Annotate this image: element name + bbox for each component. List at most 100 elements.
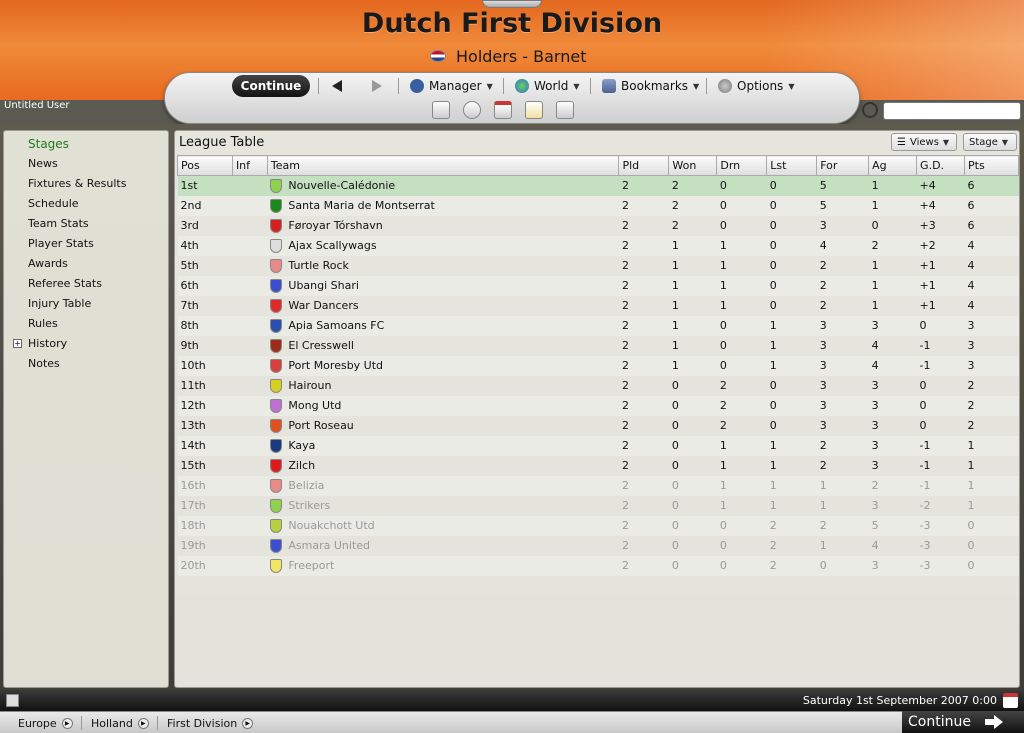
table-row[interactable]: 13th Port Roseau 2 0 2 0 3 3 0 2 xyxy=(178,416,1019,436)
team-cell[interactable]: Port Roseau xyxy=(267,416,619,436)
sidebar-item-history[interactable]: + History xyxy=(4,334,168,354)
team-cell[interactable]: Freeport xyxy=(267,555,619,576)
column-header[interactable]: Pos xyxy=(177,155,233,176)
team-cell[interactable]: Zilch xyxy=(267,456,619,476)
team-name[interactable]: Føroyar Tórshavn xyxy=(288,219,382,232)
column-header[interactable]: Won xyxy=(668,155,718,176)
document-icon[interactable] xyxy=(6,694,19,707)
team-cell[interactable]: War Dancers xyxy=(267,296,619,316)
team-name[interactable]: Port Moresby Utd xyxy=(288,359,383,372)
table-row[interactable]: 6th Ubangi Shari 2 1 1 0 2 1 +1 4 xyxy=(177,275,1019,296)
table-row[interactable]: 15th Zilch 2 0 1 1 2 3 -1 1 xyxy=(178,456,1019,476)
inbox-icon[interactable] xyxy=(463,101,481,119)
column-header[interactable]: Pld xyxy=(618,155,670,176)
table-row[interactable]: 17th Strikers 2 0 1 1 1 3 -2 1 xyxy=(178,496,1019,516)
team-name[interactable]: Port Roseau xyxy=(288,419,353,432)
chevron-right-icon[interactable]: ▶ xyxy=(242,717,254,729)
team-cell[interactable]: Nouakchott Utd xyxy=(267,515,619,536)
team-cell[interactable]: Nouvelle-Calédonie xyxy=(267,175,619,196)
team-cell[interactable]: Belizia xyxy=(267,475,619,496)
sidebar-item-player-stats[interactable]: Player Stats xyxy=(4,234,168,254)
team-name[interactable]: Santa Maria de Montserrat xyxy=(288,199,434,212)
sidebar-item-injury-table[interactable]: Injury Table xyxy=(4,294,168,314)
team-name[interactable]: Kaya xyxy=(288,439,315,452)
sidebar-item-schedule[interactable]: Schedule xyxy=(4,194,168,214)
notes-icon[interactable] xyxy=(556,101,574,119)
sidebar-item-stages[interactable]: Stages xyxy=(4,134,168,154)
team-name[interactable]: War Dancers xyxy=(288,299,358,312)
column-header[interactable]: Lst xyxy=(766,155,818,176)
sidebar-item-team-stats[interactable]: Team Stats xyxy=(4,214,168,234)
team-cell[interactable]: El Cresswell xyxy=(267,336,619,356)
home-icon[interactable] xyxy=(432,101,450,119)
chevron-right-icon[interactable]: ▶ xyxy=(137,717,149,729)
table-row[interactable]: 3rd Føroyar Tórshavn 2 2 0 0 3 0 +3 6 xyxy=(178,216,1019,236)
sidebar-item-news[interactable]: News xyxy=(4,154,168,174)
search-input[interactable] xyxy=(883,102,1021,120)
column-header[interactable]: G.D. xyxy=(916,155,965,176)
table-row[interactable]: 20th Freeport 2 0 0 2 0 3 -3 0 xyxy=(177,555,1019,576)
column-header[interactable]: Team xyxy=(266,155,620,176)
table-row[interactable]: 2nd Santa Maria de Montserrat 2 2 0 0 5 1 +4 6 xyxy=(177,195,1019,216)
team-cell[interactable]: Ubangi Shari xyxy=(267,275,619,296)
table-row[interactable]: 14th Kaya 2 0 1 1 2 3 -1 1 xyxy=(177,435,1019,456)
sidebar-item-awards[interactable]: Awards xyxy=(4,254,168,274)
column-header[interactable]: Drn xyxy=(716,155,768,176)
table-row[interactable]: 16th Belizia 2 0 1 1 1 2 -1 1 xyxy=(177,475,1019,496)
world-menu[interactable]: World ▼ xyxy=(515,76,580,96)
manager-menu[interactable]: Manager ▼ xyxy=(410,76,493,96)
column-header[interactable]: Ag xyxy=(868,155,918,176)
stage-button[interactable]: Stage ▼ xyxy=(963,133,1017,151)
team-cell[interactable]: Santa Maria de Montserrat xyxy=(267,195,619,216)
team-name[interactable]: Nouakchott Utd xyxy=(288,519,374,532)
chevron-right-icon[interactable]: ▶ xyxy=(61,717,73,729)
team-cell[interactable]: Port Moresby Utd xyxy=(267,355,619,376)
team-name[interactable]: Asmara United xyxy=(288,539,370,552)
expand-icon[interactable]: + xyxy=(13,339,22,348)
table-row[interactable]: 7th War Dancers 2 1 1 0 2 1 +1 4 xyxy=(178,296,1019,316)
team-cell[interactable]: Asmara United xyxy=(267,536,619,556)
options-menu[interactable]: Options ▼ xyxy=(718,76,794,96)
table-row[interactable]: 12th Mong Utd 2 0 2 0 3 3 0 2 xyxy=(177,395,1019,416)
calendar-icon[interactable] xyxy=(494,101,512,119)
breadcrumb-europe[interactable]: Europe ▶ xyxy=(18,715,73,731)
team-name[interactable]: Freeport xyxy=(288,559,334,572)
table-row[interactable]: 10th Port Moresby Utd 2 1 0 1 3 4 -1 3 xyxy=(177,355,1019,376)
team-cell[interactable]: Føroyar Tórshavn xyxy=(267,216,619,236)
search-icon[interactable] xyxy=(862,102,878,118)
team-name[interactable]: Ubangi Shari xyxy=(288,279,359,292)
table-row[interactable]: 4th Ajax Scallywags 2 1 1 0 4 2 +2 4 xyxy=(177,235,1019,256)
sidebar-item-referee-stats[interactable]: Referee Stats xyxy=(4,274,168,294)
team-name[interactable]: Mong Utd xyxy=(288,399,341,412)
team-name[interactable]: Apia Samoans FC xyxy=(288,319,384,332)
views-button[interactable]: ☰ Views ▼ xyxy=(891,133,957,151)
window-tab[interactable] xyxy=(482,0,542,8)
team-name[interactable]: Nouvelle-Calédonie xyxy=(288,179,395,192)
column-header[interactable]: For xyxy=(816,155,870,176)
table-row[interactable]: 1st Nouvelle-Calédonie 2 2 0 0 5 1 +4 6 xyxy=(177,175,1019,196)
team-name[interactable]: Hairoun xyxy=(288,379,331,392)
team-cell[interactable]: Kaya xyxy=(267,435,619,456)
continue-button[interactable]: Continue xyxy=(232,75,310,97)
back-button[interactable] xyxy=(332,76,342,96)
column-header[interactable]: Inf xyxy=(231,155,268,176)
column-header[interactable]: Pts xyxy=(964,155,1019,176)
team-cell[interactable]: Hairoun xyxy=(267,376,619,396)
team-name[interactable]: Belizia xyxy=(288,479,324,492)
continue-bottom-button[interactable]: Continue xyxy=(902,711,1024,733)
sidebar-item-notes[interactable]: Notes xyxy=(4,354,168,374)
team-name[interactable]: Zilch xyxy=(288,459,315,472)
clipboard-icon[interactable] xyxy=(525,101,543,119)
sidebar-item-rules[interactable]: Rules xyxy=(4,314,168,334)
breadcrumb-first-division[interactable]: First Division ▶ xyxy=(167,715,254,731)
team-cell[interactable]: Turtle Rock xyxy=(267,256,619,276)
table-row[interactable]: 8th Apia Samoans FC 2 1 0 1 3 3 0 3 xyxy=(177,315,1019,336)
team-cell[interactable]: Mong Utd xyxy=(267,395,619,416)
table-row[interactable]: 5th Turtle Rock 2 1 1 0 2 1 +1 4 xyxy=(178,256,1019,276)
team-name[interactable]: Turtle Rock xyxy=(288,259,348,272)
table-row[interactable]: 19th Asmara United 2 0 0 2 1 4 -3 0 xyxy=(178,536,1019,556)
team-cell[interactable]: Strikers xyxy=(267,496,619,516)
sidebar-item-fixtures-results[interactable]: Fixtures & Results xyxy=(4,174,168,194)
bookmarks-menu[interactable]: Bookmarks ▼ xyxy=(602,76,699,96)
team-name[interactable]: Ajax Scallywags xyxy=(288,239,376,252)
